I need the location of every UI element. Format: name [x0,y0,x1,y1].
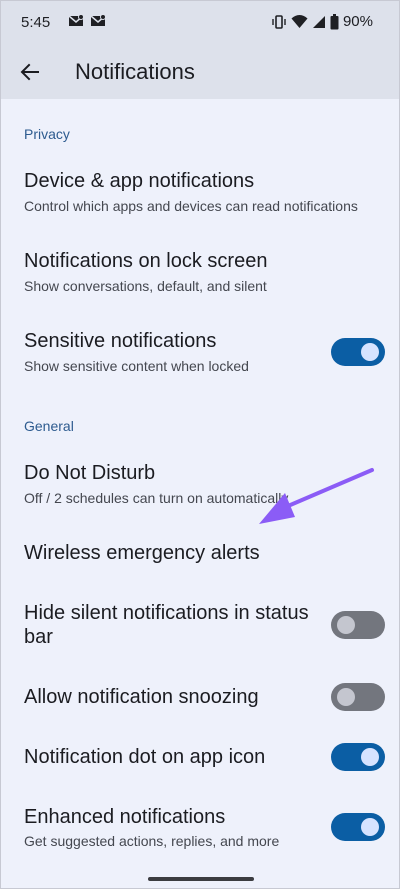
annotation-arrow-icon [241,459,381,540]
notification-dot-toggle[interactable] [331,743,385,771]
setting-title: Notification dot on app icon [24,746,266,768]
setting-hide-silent-notifications[interactable]: Hide silent notifications in status bar [1,593,399,655]
hide-silent-notifications-toggle[interactable] [331,611,385,639]
toggle-knob [361,343,379,361]
toggle-knob [361,748,379,766]
setting-title: Hide silent notifications in status bar [24,602,309,648]
setting-title: Enhanced notifications [24,806,226,828]
arrow-left-icon [20,62,40,82]
section-header-privacy: Privacy [24,126,70,142]
setting-summary: Show sensitive content when locked [24,358,249,374]
setting-summary: Show conversations, default, and silent [24,278,267,294]
status-bar: 5:45 90% [1,1,399,45]
app-bar: Notifications [1,45,399,99]
notification-snoozing-toggle[interactable] [331,683,385,711]
setting-enhanced-notifications[interactable]: Enhanced notifications Get suggested act… [1,797,399,863]
section-header-general: General [24,418,74,434]
phone-screen: 5:45 90% Notifications Privacy Device & … [0,0,400,889]
setting-title: Device & app notifications [24,170,255,192]
gesture-nav-handle[interactable] [148,877,254,881]
setting-summary: Control which apps and devices can read … [24,198,358,214]
mail-icon [68,14,84,28]
battery-percent: 90% [342,13,373,30]
setting-title: Allow notification snoozing [24,686,259,708]
status-right-icons: 90% [271,13,373,30]
page-title: Notifications [75,59,195,84]
setting-sensitive-notifications[interactable]: Sensitive notifications Show sensitive c… [1,321,399,391]
setting-device-app-notifications[interactable]: Device & app notifications Control which… [1,161,399,231]
sensitive-notifications-toggle[interactable] [331,338,385,366]
signal-icon [312,15,326,29]
setting-title: Sensitive notifications [24,330,217,352]
back-button[interactable] [11,53,49,91]
status-left-icons [68,14,106,28]
toggle-knob [361,818,379,836]
setting-notifications-lock-screen[interactable]: Notifications on lock screen Show conver… [1,241,399,311]
toggle-knob [337,616,355,634]
setting-title: Do Not Disturb [24,462,156,484]
mail-icon [90,14,106,28]
setting-notification-dot[interactable]: Notification dot on app icon [1,737,399,783]
setting-title: Wireless emergency alerts [24,542,260,564]
status-time: 5:45 [21,14,51,31]
setting-allow-notification-snoozing[interactable]: Allow notification snoozing [1,677,399,723]
enhanced-notifications-toggle[interactable] [331,813,385,841]
toggle-knob [337,688,355,706]
wifi-icon [291,14,308,29]
vibrate-icon [271,14,287,30]
battery-icon [330,13,339,30]
setting-title: Notifications on lock screen [24,250,268,272]
setting-summary: Get suggested actions, replies, and more [24,833,280,849]
